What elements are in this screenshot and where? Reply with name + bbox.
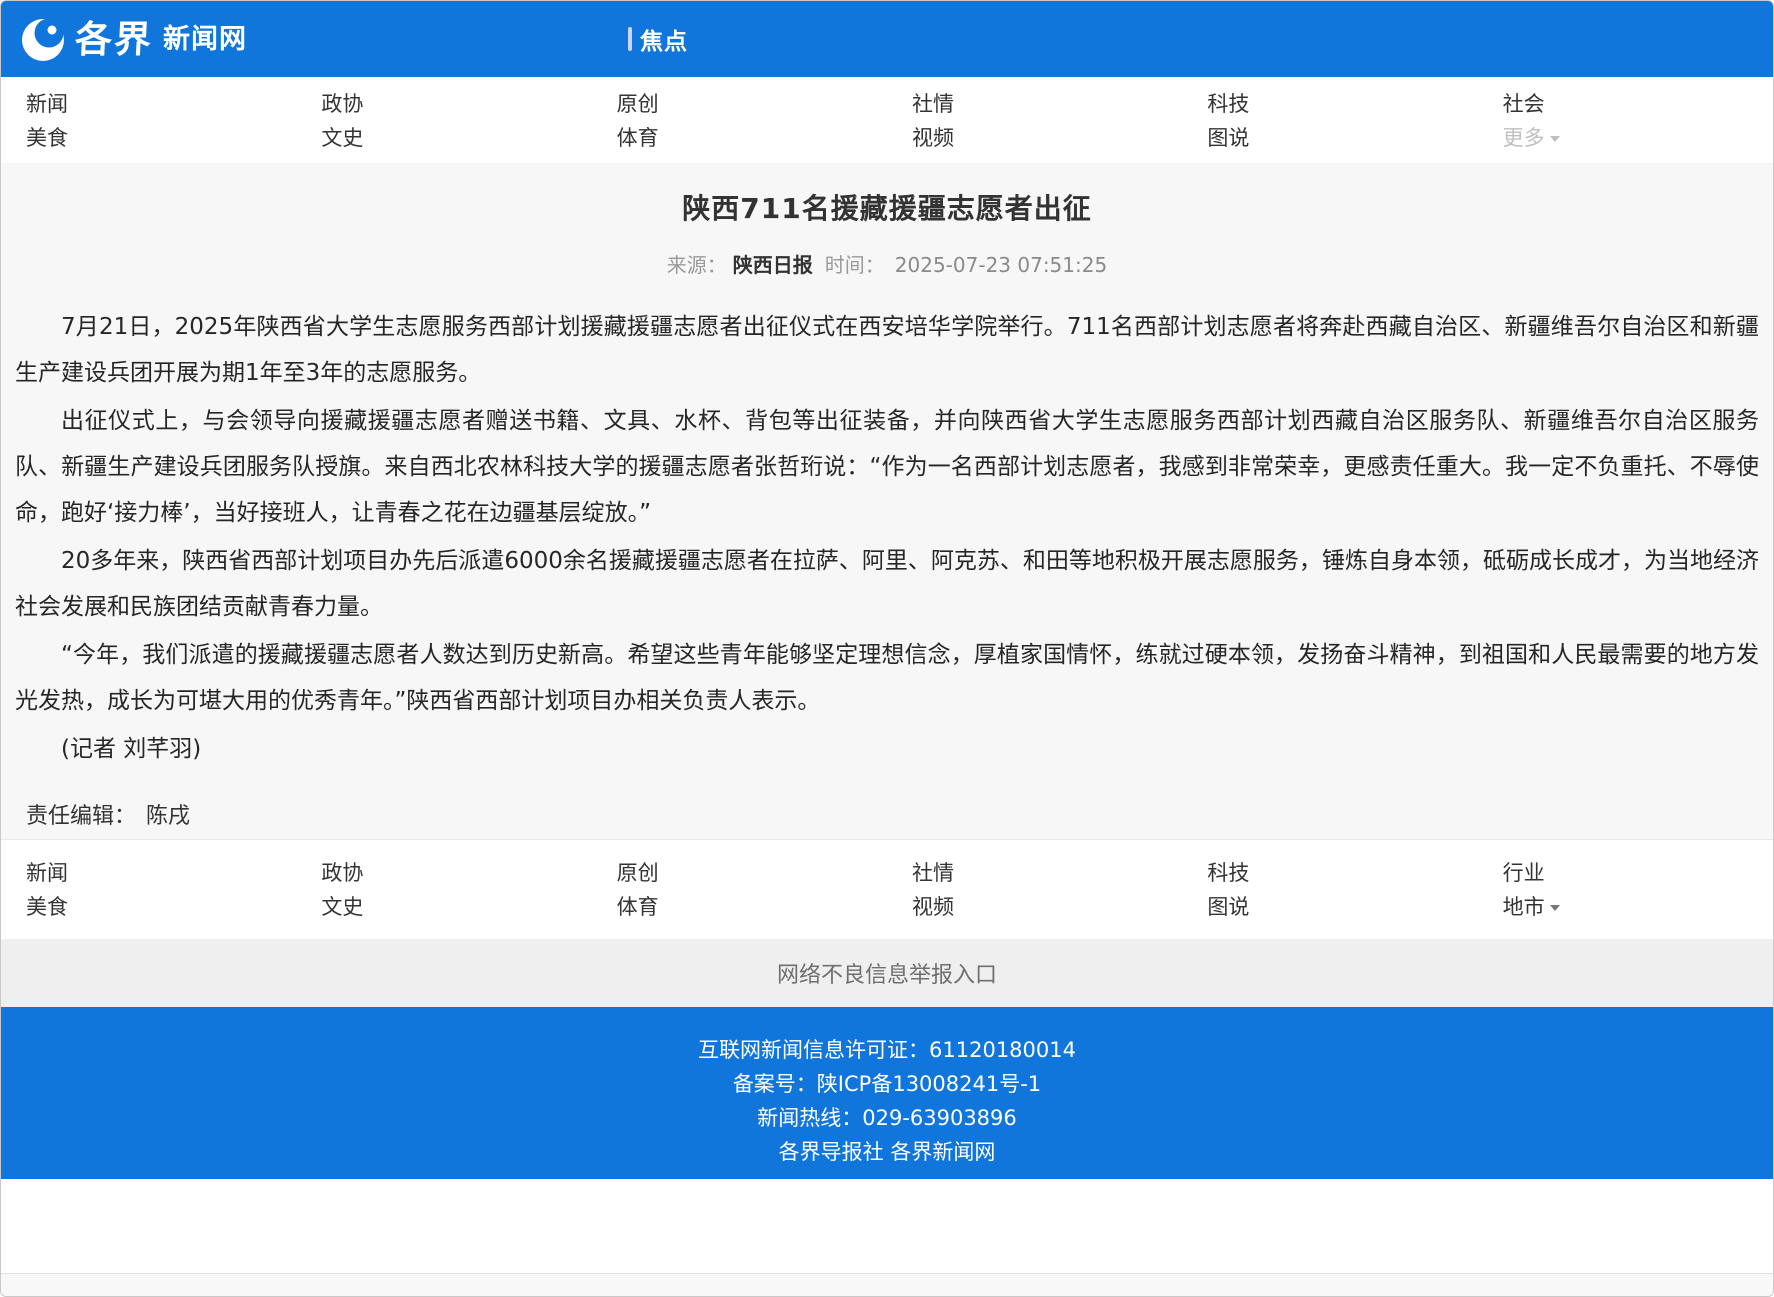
nav-col: 新闻 美食	[1, 87, 296, 155]
nav-top-social-sentiment[interactable]: 社情	[912, 87, 1182, 121]
source-label: 来源：	[667, 253, 727, 277]
site-logo[interactable]: 各界 新闻网	[19, 15, 247, 63]
bottom-whitespace	[1, 1179, 1773, 1273]
brand-name-suffix: 新闻网	[163, 26, 247, 53]
nav-top-news[interactable]: 新闻	[26, 87, 296, 121]
swirl-logo-icon	[19, 15, 67, 63]
nav-col: 政协 文史	[296, 87, 591, 155]
source-value: 陕西日报	[733, 253, 813, 277]
nav-bottom-cities[interactable]: 地市	[1503, 890, 1773, 924]
nav-top-culture-history[interactable]: 文史	[321, 121, 591, 155]
footer-org: 各界导报社 各界新闻网	[1, 1135, 1773, 1169]
nav-top-original[interactable]: 原创	[617, 87, 887, 121]
nav-col: 原创 体育	[592, 856, 887, 924]
nav-top-tech[interactable]: 科技	[1207, 87, 1477, 121]
top-nav: 新闻 美食 政协 文史 原创 体育 社情 视频 科技 图说 社会 更多	[1, 77, 1773, 163]
nav-bottom-video[interactable]: 视频	[912, 890, 1182, 924]
time-value: 2025-07-23 07:51:25	[895, 253, 1107, 277]
nav-top-pictorial[interactable]: 图说	[1207, 121, 1477, 155]
chevron-down-icon	[1550, 905, 1560, 911]
nav-col: 科技 图说	[1182, 856, 1477, 924]
report-bar: 网络不良信息举报入口	[1, 939, 1773, 1007]
nav-col: 政协 文史	[296, 856, 591, 924]
nav-bottom-tech[interactable]: 科技	[1207, 856, 1477, 890]
article-body: 7月21日，2025年陕西省大学生志愿服务西部计划援藏援疆志愿者出征仪式在西安培…	[1, 304, 1773, 772]
editor-label: 责任编辑：	[26, 804, 136, 829]
bottom-nav: 新闻 美食 政协 文史 原创 体育 社情 视频 科技 图说 行业 地市	[1, 839, 1773, 939]
nav-col: 科技 图说	[1182, 87, 1477, 155]
nav-top-cppcc[interactable]: 政协	[321, 87, 591, 121]
article-section: 陕西711名援藏援疆志愿者出征 来源：陕西日报时间： 2025-07-23 07:…	[1, 163, 1773, 839]
time-label: 时间：	[825, 253, 885, 277]
focus-label: 焦点	[640, 22, 688, 56]
nav-top-society[interactable]: 社会	[1503, 87, 1773, 121]
nav-col: 原创 体育	[592, 87, 887, 155]
nav-bottom-industry[interactable]: 行业	[1503, 856, 1773, 890]
site-header: 各界 新闻网 焦点	[1, 1, 1773, 77]
nav-bottom-sports[interactable]: 体育	[617, 890, 887, 924]
nav-top-video[interactable]: 视频	[912, 121, 1182, 155]
nav-top-more-label: 更多	[1503, 126, 1545, 150]
nav-bottom-cities-label: 地市	[1503, 895, 1545, 919]
browser-page: 各界 新闻网 焦点 新闻 美食 政协 文史 原创 体育 社情 视频	[0, 0, 1774, 1297]
article-title: 陕西711名援藏援疆志愿者出征	[1, 187, 1773, 227]
chevron-down-icon	[1550, 136, 1560, 142]
nav-top-food[interactable]: 美食	[26, 121, 296, 155]
nav-bottom-pictorial[interactable]: 图说	[1207, 890, 1477, 924]
nav-col: 社情 视频	[887, 856, 1182, 924]
focus-divider-bar	[628, 27, 632, 51]
nav-col: 社会 更多	[1478, 87, 1773, 155]
nav-col: 新闻 美食	[1, 856, 296, 924]
nav-bottom-social-sentiment[interactable]: 社情	[912, 856, 1182, 890]
nav-col: 行业 地市	[1478, 856, 1773, 924]
nav-bottom-food[interactable]: 美食	[26, 890, 296, 924]
editor-line: 责任编辑： 陈戌	[1, 798, 1773, 830]
article-paragraph: “今年，我们派遣的援藏援疆志愿者人数达到历史新高。希望这些青年能够坚定理想信念，…	[15, 632, 1759, 724]
footer-license: 互联网新闻信息许可证：61120180014	[1, 1033, 1773, 1067]
focus-section[interactable]: 焦点	[628, 1, 688, 77]
nav-bottom-news[interactable]: 新闻	[26, 856, 296, 890]
nav-bottom-original[interactable]: 原创	[617, 856, 887, 890]
horizontal-scrollbar[interactable]	[1, 1273, 1773, 1297]
nav-top-more[interactable]: 更多	[1503, 121, 1773, 155]
nav-col: 社情 视频	[887, 87, 1182, 155]
footer-hotline: 新闻热线：029-63903896	[1, 1101, 1773, 1135]
article-paragraph: 7月21日，2025年陕西省大学生志愿服务西部计划援藏援疆志愿者出征仪式在西安培…	[15, 304, 1759, 396]
brand-name-script: 各界	[74, 21, 154, 58]
article-paragraph: 出征仪式上，与会领导向援藏援疆志愿者赠送书籍、文具、水杯、背包等出征装备，并向陕…	[15, 398, 1759, 536]
article-byline: (记者 刘芊羽)	[15, 726, 1759, 772]
nav-top-sports[interactable]: 体育	[617, 121, 887, 155]
nav-bottom-culture-history[interactable]: 文史	[321, 890, 591, 924]
footer-icp: 备案号：陕ICP备13008241号-1	[1, 1067, 1773, 1101]
bad-info-report-link[interactable]: 网络不良信息举报入口	[777, 957, 997, 989]
article-paragraph: 20多年来，陕西省西部计划项目办先后派遣6000余名援藏援疆志愿者在拉萨、阿里、…	[15, 538, 1759, 630]
article-meta: 来源：陕西日报时间： 2025-07-23 07:51:25	[1, 249, 1773, 278]
site-footer: 互联网新闻信息许可证：61120180014 备案号：陕ICP备13008241…	[1, 1007, 1773, 1179]
nav-bottom-cppcc[interactable]: 政协	[321, 856, 591, 890]
editor-name: 陈戌	[146, 804, 190, 829]
